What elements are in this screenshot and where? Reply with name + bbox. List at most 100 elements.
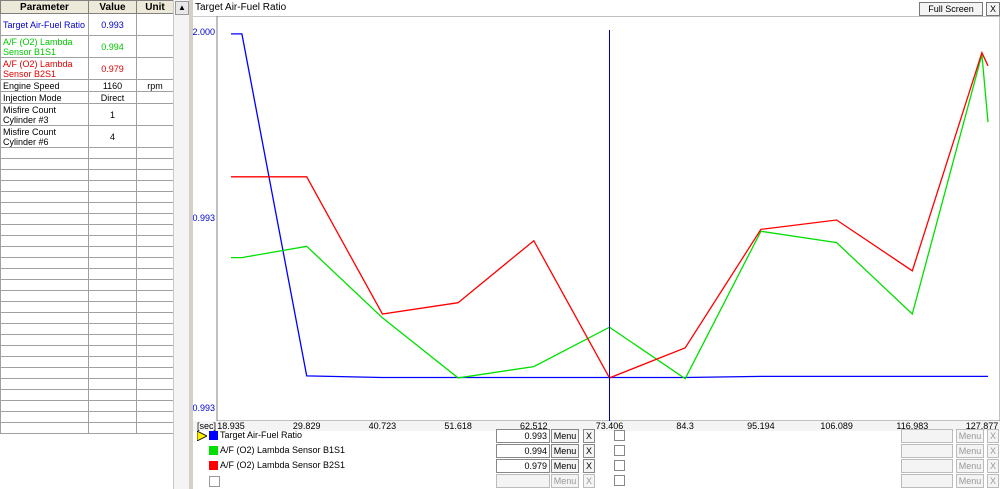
secondary-value-field xyxy=(901,459,953,473)
empty-table-row[interactable] xyxy=(0,235,174,247)
scroll-up-icon[interactable]: ▲ xyxy=(175,1,189,15)
table-row[interactable]: Misfire Count Cylinder #3 1 xyxy=(0,103,174,126)
table-row[interactable]: A/F (O2) Lambda Sensor B1S1 0.994 xyxy=(0,35,174,58)
empty-table-row[interactable] xyxy=(0,323,174,335)
empty-table-row[interactable] xyxy=(0,169,174,181)
table-scrollbar[interactable]: ▲ xyxy=(173,0,189,489)
empty-table-row[interactable] xyxy=(0,345,174,357)
empty-table-row[interactable] xyxy=(0,312,174,324)
empty-cell xyxy=(0,378,89,390)
empty-table-row[interactable] xyxy=(0,224,174,236)
parameter-value: 0.993 xyxy=(88,13,137,36)
empty-cell xyxy=(88,334,137,346)
empty-cell xyxy=(88,169,137,181)
empty-cell xyxy=(136,235,174,247)
empty-table-row[interactable] xyxy=(0,202,174,214)
empty-cell xyxy=(136,169,174,181)
empty-cell xyxy=(88,345,137,357)
y-tick-label: 0.993 xyxy=(193,403,215,413)
series-color-swatch[interactable] xyxy=(209,446,218,455)
table-row[interactable]: Misfire Count Cylinder #6 4 xyxy=(0,125,174,148)
legend-row: A/F (O2) Lambda Sensor B2S1 0.979 Menu X Men… xyxy=(193,459,1000,473)
plot-area xyxy=(216,16,1000,422)
series-name: A/F (O2) Lambda Sensor B2S1 xyxy=(220,460,346,470)
empty-series-menu-button[interactable]: Menu xyxy=(551,474,579,488)
empty-cell xyxy=(136,268,174,280)
empty-table-row[interactable] xyxy=(0,301,174,313)
secondary-value-field xyxy=(901,474,953,488)
secondary-remove-button[interactable]: X xyxy=(987,429,999,443)
empty-table-row[interactable] xyxy=(0,422,174,434)
header-value[interactable]: Value xyxy=(88,0,137,14)
empty-table-row[interactable] xyxy=(0,180,174,192)
table-row[interactable]: A/F (O2) Lambda Sensor B2S1 0.979 xyxy=(0,57,174,80)
table-row[interactable]: Engine Speed 1160 rpm xyxy=(0,79,174,92)
empty-table-row[interactable] xyxy=(0,378,174,390)
table-row[interactable]: Injection Mode Direct xyxy=(0,91,174,104)
header-parameter[interactable]: Parameter xyxy=(0,0,89,14)
empty-table-row[interactable] xyxy=(0,213,174,225)
series-remove-button[interactable]: X xyxy=(583,444,595,458)
legend-row: A/F (O2) Lambda Sensor B1S1 0.994 Menu X Men… xyxy=(193,444,1000,458)
header-unit[interactable]: Unit xyxy=(136,0,174,14)
empty-table-row[interactable] xyxy=(0,356,174,368)
empty-table-row[interactable] xyxy=(0,147,174,159)
full-screen-button[interactable]: Full Screen xyxy=(919,2,983,16)
close-graph-button[interactable]: X xyxy=(986,2,1000,16)
empty-cell xyxy=(88,224,137,236)
graph-panel: Target Air-Fuel Ratio Full Screen X 2.00… xyxy=(193,0,1000,489)
empty-table-row[interactable] xyxy=(0,400,174,412)
series-current-value: 0.993 xyxy=(496,429,550,443)
empty-cell xyxy=(88,191,137,203)
legend-row: Menu X Menu X xyxy=(193,474,1000,488)
secondary-remove-button[interactable]: X xyxy=(987,459,999,473)
table-row[interactable]: Target Air-Fuel Ratio 0.993 xyxy=(0,13,174,36)
secondary-menu-button[interactable]: Menu xyxy=(956,429,984,443)
series-color-swatch[interactable] xyxy=(209,431,218,440)
empty-table-row[interactable] xyxy=(0,279,174,291)
empty-table-row[interactable] xyxy=(0,257,174,269)
series-checkbox[interactable] xyxy=(614,430,625,441)
empty-series-remove-button[interactable]: X xyxy=(583,474,595,488)
secondary-remove-button[interactable]: X xyxy=(987,474,999,488)
empty-table-row[interactable] xyxy=(0,411,174,423)
series-checkbox[interactable] xyxy=(614,475,625,486)
series-color-swatch[interactable] xyxy=(209,461,218,470)
empty-table-row[interactable] xyxy=(0,334,174,346)
line-chart: 2.0000.9930.993 [sec] 18.935 29.829 40.723… xyxy=(193,16,1000,431)
series-checkbox[interactable] xyxy=(614,460,625,471)
series-menu-button[interactable]: Menu xyxy=(551,429,579,443)
parameter-name: Misfire Count Cylinder #3 xyxy=(0,103,89,126)
y-tick-label: 2.000 xyxy=(193,27,215,37)
empty-cell xyxy=(136,334,174,346)
empty-table-row[interactable] xyxy=(0,290,174,302)
legend-row: Target Air-Fuel Ratio 0.993 Menu X Menu X xyxy=(193,429,1000,443)
active-series-arrow-icon[interactable] xyxy=(196,430,208,442)
empty-series-checkbox[interactable] xyxy=(209,476,220,487)
series-menu-button[interactable]: Menu xyxy=(551,459,579,473)
graph-title-bar: Target Air-Fuel Ratio Full Screen X xyxy=(193,0,1000,17)
empty-table-row[interactable] xyxy=(0,268,174,280)
empty-cell xyxy=(0,235,89,247)
series-menu-button[interactable]: Menu xyxy=(551,444,579,458)
empty-cell xyxy=(136,301,174,313)
parameter-unit xyxy=(136,91,174,104)
empty-table-row[interactable] xyxy=(0,246,174,258)
empty-cell xyxy=(136,345,174,357)
secondary-menu-button[interactable]: Menu xyxy=(956,459,984,473)
empty-cell xyxy=(0,246,89,258)
secondary-menu-button[interactable]: Menu xyxy=(956,474,984,488)
series-remove-button[interactable]: X xyxy=(583,459,595,473)
empty-cell xyxy=(136,312,174,324)
secondary-menu-button[interactable]: Menu xyxy=(956,444,984,458)
empty-cell xyxy=(0,411,89,423)
empty-table-row[interactable] xyxy=(0,191,174,203)
empty-table-row[interactable] xyxy=(0,389,174,401)
empty-table-row[interactable] xyxy=(0,367,174,379)
secondary-remove-button[interactable]: X xyxy=(987,444,999,458)
parameter-unit xyxy=(136,35,174,58)
empty-cell xyxy=(0,367,89,379)
series-checkbox[interactable] xyxy=(614,445,625,456)
series-remove-button[interactable]: X xyxy=(583,429,595,443)
empty-table-row[interactable] xyxy=(0,158,174,170)
